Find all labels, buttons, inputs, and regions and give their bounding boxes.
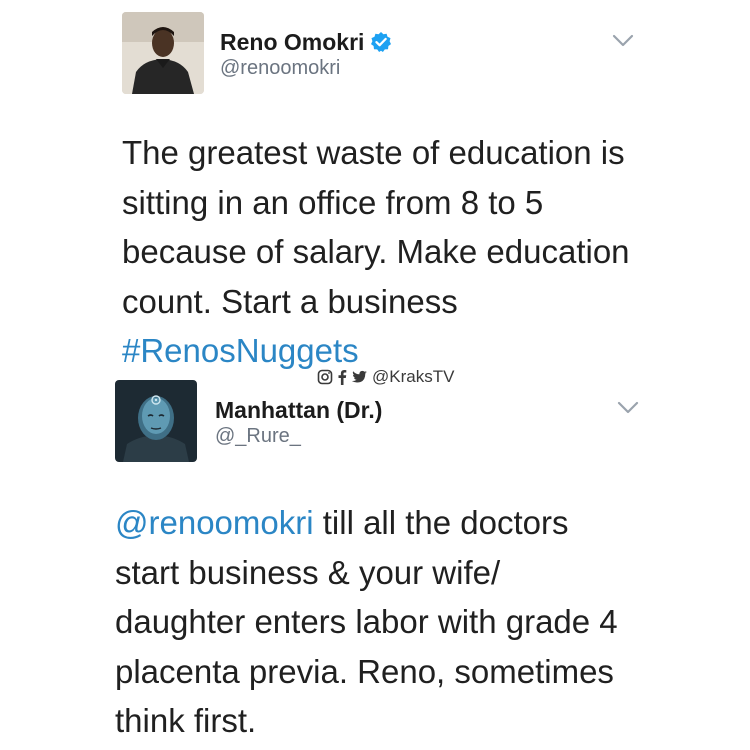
tweet-text-line: sitting in an office from 8 to 5 — [122, 183, 544, 221]
tweet-text-line: placenta previa. Reno, sometimes — [115, 652, 614, 690]
author-handle[interactable]: @renoomokri — [220, 57, 340, 80]
tweet-text-line: start business & your wife/ — [115, 553, 501, 591]
tweet-text-fragment: till all the doctors — [313, 504, 569, 541]
tweet-2: Manhattan (Dr.) @_Rure_ @renoomokri till… — [0, 380, 750, 750]
chevron-down-icon[interactable] — [617, 401, 639, 415]
profile-photo-icon — [115, 380, 197, 462]
tweet-text-line: count. Start a business — [122, 282, 458, 320]
tweet-text-line: daughter enters labor with grade 4 — [115, 603, 618, 640]
tweet-text-line: The greatest waste of education is — [122, 134, 625, 171]
author-name[interactable]: Reno Omokri — [220, 29, 392, 56]
tweet-text: The greatest waste of education is sitti… — [122, 128, 750, 376]
avatar-manhattan[interactable] — [115, 380, 197, 462]
chevron-down-icon[interactable] — [612, 34, 634, 48]
tweet-text-line: think first. — [115, 702, 257, 739]
author-handle[interactable]: @_Rure_ — [215, 425, 301, 448]
avatar-reno-omokri[interactable] — [122, 12, 204, 94]
tweet-1: Reno Omokri @renoomokri The greatest was… — [0, 0, 750, 370]
author-name[interactable]: Manhattan (Dr.) — [215, 397, 382, 424]
tweet-text: @renoomokri till all the doctors start b… — [115, 498, 750, 746]
tweet-text-line: because of salary. Make education — [122, 233, 630, 270]
profile-photo-icon — [122, 12, 204, 94]
verified-badge-icon — [371, 32, 392, 52]
tweet-text-line: @renoomokri till all the doctors — [115, 498, 750, 548]
author-name-text[interactable]: Reno Omokri — [220, 29, 364, 55]
mention-link[interactable]: @renoomokri — [115, 504, 314, 541]
